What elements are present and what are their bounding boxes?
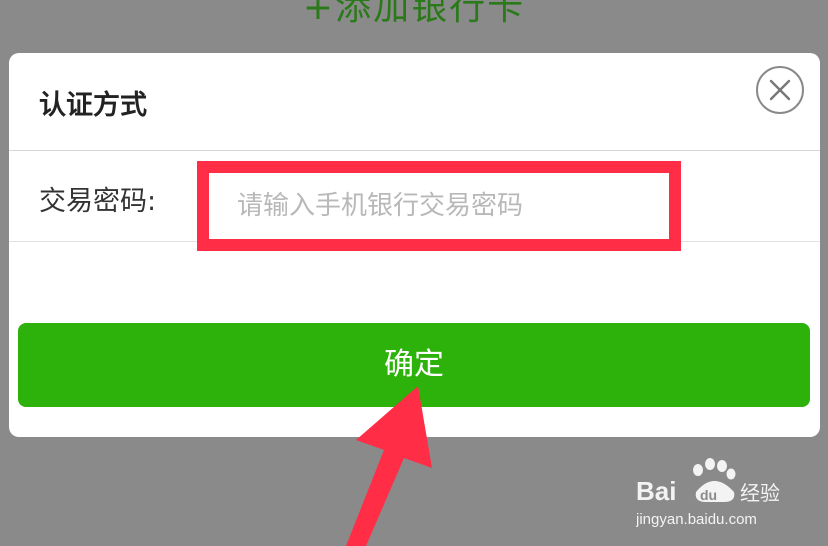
watermark-brand: Bai bbox=[636, 476, 676, 506]
svg-text:经验: 经验 bbox=[740, 481, 780, 505]
svg-text:du: du bbox=[700, 487, 717, 503]
baidu-watermark: Bai du 经验 jingyan.baidu.com bbox=[636, 458, 780, 528]
app-screen: +添加银行卡 认证方式 交易密码: 确定 Bai du 经验 jingyan.b… bbox=[0, 0, 828, 546]
watermark-url: jingyan.baidu.com bbox=[636, 511, 757, 528]
